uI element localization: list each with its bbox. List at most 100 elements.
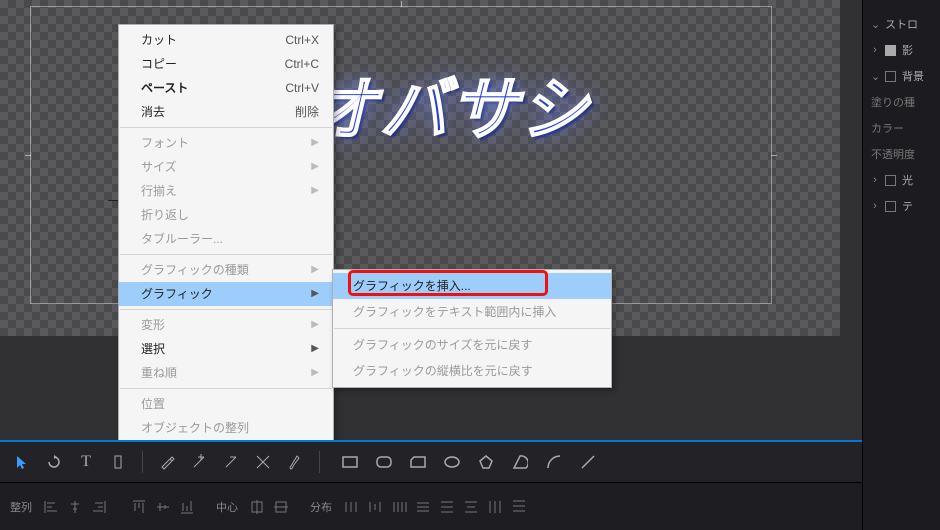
align-right-icon[interactable] bbox=[90, 498, 108, 516]
pen-tool[interactable] bbox=[155, 450, 179, 474]
vertical-text-tool[interactable] bbox=[106, 450, 130, 474]
shadow-toggle[interactable] bbox=[885, 45, 896, 56]
dist-8-icon[interactable] bbox=[510, 498, 528, 516]
title-text-layer[interactable]: オバサシ bbox=[310, 54, 590, 153]
menu-item-label: コピー bbox=[141, 55, 177, 73]
light-toggle[interactable] bbox=[885, 175, 896, 186]
menu-separator bbox=[120, 388, 332, 389]
ellipse-tool[interactable] bbox=[440, 450, 464, 474]
dist-5-icon[interactable] bbox=[438, 498, 456, 516]
submenu-arrow-icon: ▶ bbox=[311, 261, 319, 279]
shadow-label: 影 bbox=[902, 42, 913, 58]
menu-item-1[interactable]: コピー Ctrl+C bbox=[119, 52, 333, 76]
submenu-arrow-icon: ▶ bbox=[311, 364, 319, 382]
align-distribute-bar: 整列 中心 分布 bbox=[0, 482, 862, 530]
dist-2-icon[interactable] bbox=[366, 498, 384, 516]
background-toggle[interactable] bbox=[885, 71, 896, 82]
menu-item-2[interactable]: ペースト Ctrl+V bbox=[119, 76, 333, 100]
menu-item-label: 位置 bbox=[141, 395, 165, 413]
dist-4-icon[interactable] bbox=[414, 498, 432, 516]
menu-item-label: ペースト bbox=[141, 79, 188, 97]
background-label: 背景 bbox=[902, 68, 924, 84]
menu-item-label: フォント bbox=[141, 134, 189, 152]
add-anchor-tool[interactable] bbox=[187, 450, 211, 474]
toolbar: T bbox=[0, 440, 862, 482]
submenu-item-4: グラフィックの縦横比を元に戻す bbox=[333, 358, 611, 384]
cut-rect-tool[interactable] bbox=[406, 450, 430, 474]
dist-1-icon[interactable] bbox=[342, 498, 360, 516]
properties-panel: ⌄ストロ ›影 ⌄背景 塗りの種 カラー 不透明度 ›光 ›テ bbox=[862, 0, 940, 440]
align-bottom-icon[interactable] bbox=[178, 498, 196, 516]
menu-item-label: グラフィックの縦横比を元に戻す bbox=[353, 362, 533, 380]
menu-separator bbox=[120, 309, 332, 310]
convert-point-tool[interactable] bbox=[251, 450, 275, 474]
other-toggle[interactable] bbox=[885, 201, 896, 212]
light-label: 光 bbox=[902, 172, 913, 188]
bottom-right-panel bbox=[862, 440, 940, 530]
brush-tool[interactable] bbox=[283, 450, 307, 474]
submenu-item-1: グラフィックをテキスト範囲内に挿入 bbox=[333, 299, 611, 325]
color-label: カラー bbox=[871, 120, 904, 136]
menu-item-label: 行揃え bbox=[141, 182, 177, 200]
submenu-arrow-icon: ▶ bbox=[311, 182, 319, 200]
stroke-label: ストロ bbox=[885, 16, 918, 32]
align-vcenter-icon[interactable] bbox=[154, 498, 172, 516]
menu-separator bbox=[334, 328, 610, 329]
dist-3-icon[interactable] bbox=[390, 498, 408, 516]
submenu-arrow-icon: ▶ bbox=[311, 134, 319, 152]
align-left-icon[interactable] bbox=[42, 498, 60, 516]
menu-item-label: オブジェクトの整列 bbox=[141, 419, 249, 437]
menu-item-5: フォント ▶ bbox=[119, 131, 333, 155]
menu-item-label: タブルーラー... bbox=[141, 230, 223, 248]
center-label: 中心 bbox=[216, 499, 238, 515]
dist-7-icon[interactable] bbox=[486, 498, 504, 516]
menu-shortcut: Ctrl+C bbox=[285, 55, 319, 73]
menu-item-label: 重ね順 bbox=[141, 364, 177, 382]
submenu-item-3: グラフィックのサイズを元に戻す bbox=[333, 332, 611, 358]
menu-item-label: 変形 bbox=[141, 316, 165, 334]
submenu-arrow-icon: ▶ bbox=[311, 285, 319, 303]
rotate-tool[interactable] bbox=[42, 450, 66, 474]
menu-item-16: 重ね順 ▶ bbox=[119, 361, 333, 385]
submenu-item-0[interactable]: グラフィックを挿入... bbox=[333, 273, 611, 299]
arc-tool[interactable] bbox=[542, 450, 566, 474]
menu-item-label: グラフィックを挿入... bbox=[353, 277, 471, 295]
submenu-arrow-icon: ▶ bbox=[311, 316, 319, 334]
menu-item-7: 行揃え ▶ bbox=[119, 179, 333, 203]
graphic-submenu[interactable]: グラフィックを挿入... グラフィックをテキスト範囲内に挿入グラフィックのサイズを… bbox=[332, 269, 612, 388]
text-tool[interactable]: T bbox=[74, 450, 98, 474]
center-v-icon[interactable] bbox=[272, 498, 290, 516]
context-menu[interactable]: カットCtrl+XコピーCtrl+CペーストCtrl+V消去削除フォント▶サイズ… bbox=[118, 24, 334, 499]
fill-type-label: 塗りの種 bbox=[871, 94, 915, 110]
menu-item-9: タブルーラー... bbox=[119, 227, 333, 251]
menu-item-0[interactable]: カットCtrl+X bbox=[119, 28, 333, 52]
menu-item-3[interactable]: 消去 削除 bbox=[119, 100, 333, 124]
menu-shortcut: Ctrl+V bbox=[285, 79, 319, 97]
menu-item-6: サイズ ▶ bbox=[119, 155, 333, 179]
center-h-icon[interactable] bbox=[248, 498, 266, 516]
rectangle-tool[interactable] bbox=[338, 450, 362, 474]
menu-item-label: サイズ bbox=[141, 158, 177, 176]
polygon-tool[interactable] bbox=[474, 450, 498, 474]
rounded-rect-tool[interactable] bbox=[372, 450, 396, 474]
submenu-arrow-icon: ▶ bbox=[311, 158, 319, 176]
distribute-label: 分布 bbox=[310, 499, 332, 515]
menu-item-11: グラフィックの種類▶ bbox=[119, 258, 333, 282]
delete-anchor-tool[interactable] bbox=[219, 450, 243, 474]
menu-item-8: 折り返し bbox=[119, 203, 333, 227]
menu-item-12[interactable]: グラフィック▶ bbox=[119, 282, 333, 306]
menu-shortcut: 削除 bbox=[295, 103, 319, 121]
selection-tool[interactable] bbox=[10, 450, 34, 474]
align-top-icon[interactable] bbox=[130, 498, 148, 516]
submenu-arrow-icon: ▶ bbox=[311, 340, 319, 358]
wedge-tool[interactable] bbox=[508, 450, 532, 474]
menu-item-15[interactable]: 選択 ▶ bbox=[119, 337, 333, 361]
menu-item-label: カット bbox=[141, 31, 177, 49]
menu-item-label: グラフィックのサイズを元に戻す bbox=[353, 336, 532, 354]
line-tool[interactable] bbox=[576, 450, 600, 474]
align-hcenter-icon[interactable] bbox=[66, 498, 84, 516]
menu-separator bbox=[120, 254, 332, 255]
dist-6-icon[interactable] bbox=[462, 498, 480, 516]
menu-item-label: 選択 bbox=[141, 340, 165, 358]
menu-item-label: 消去 bbox=[141, 103, 165, 121]
